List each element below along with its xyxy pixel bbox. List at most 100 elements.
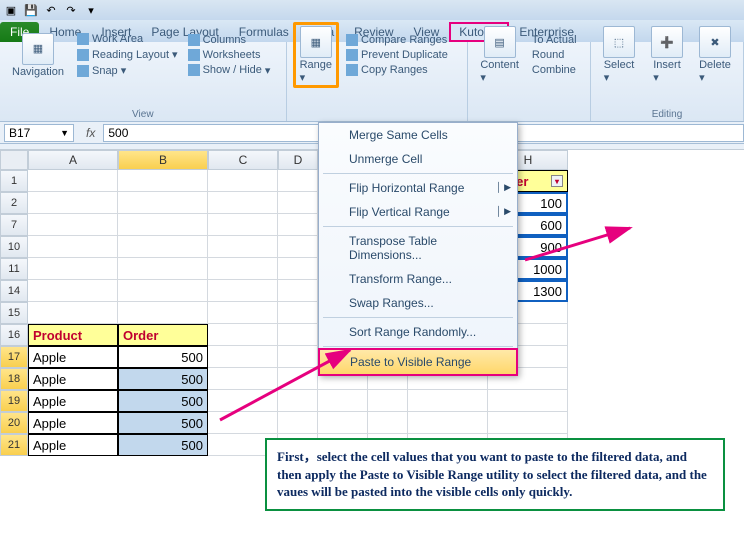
qat-more-icon[interactable]: ▾ [84, 3, 98, 17]
cell-A[interactable] [28, 280, 118, 302]
menu-merge[interactable]: Merge Same Cells [319, 123, 517, 147]
combine-button[interactable]: Combine [529, 63, 580, 77]
cell-D[interactable] [278, 192, 318, 214]
row-header[interactable]: 11 [0, 258, 28, 280]
cell-A[interactable]: Apple [28, 368, 118, 390]
row-header[interactable]: 2 [0, 192, 28, 214]
name-box-value: B17 [9, 126, 30, 140]
cell-H[interactable] [488, 390, 568, 412]
row-header[interactable]: 16 [0, 324, 28, 346]
cell-H[interactable] [488, 412, 568, 434]
cell-D[interactable] [278, 170, 318, 192]
cell-B[interactable]: 500 [118, 390, 208, 412]
cell-B[interactable]: 500 [118, 346, 208, 368]
row-header[interactable]: 14 [0, 280, 28, 302]
copy-button[interactable]: Copy Ranges [343, 63, 451, 77]
cell-D[interactable] [278, 214, 318, 236]
cell-D[interactable] [278, 258, 318, 280]
cell-B[interactable] [118, 192, 208, 214]
cell-A[interactable]: Apple [28, 346, 118, 368]
row-header[interactable]: 7 [0, 214, 28, 236]
menu-transform[interactable]: Transform Range... [319, 267, 517, 291]
cell-C[interactable] [208, 258, 278, 280]
compare-button[interactable]: Compare Ranges [343, 33, 451, 47]
cell-B[interactable]: 500 [118, 368, 208, 390]
excel-icon: ▣ [4, 3, 18, 17]
cell-A[interactable] [28, 214, 118, 236]
cell-A[interactable]: Apple [28, 434, 118, 456]
col-D[interactable]: D [278, 150, 318, 170]
row-header[interactable]: 20 [0, 412, 28, 434]
cell-B[interactable]: Order [118, 324, 208, 346]
col-A[interactable]: A [28, 150, 118, 170]
cell-B[interactable] [118, 236, 208, 258]
workarea-button[interactable]: Work Area [74, 32, 181, 46]
delete-button[interactable]: ✖Delete▾ [693, 24, 737, 86]
menu-fliph[interactable]: Flip Horizontal Range│ ▶ [319, 176, 517, 200]
cell-A[interactable] [28, 236, 118, 258]
range-button[interactable]: ▦ Range▾ [293, 22, 339, 88]
worksheets-button[interactable]: Worksheets [185, 48, 274, 62]
name-box[interactable]: B17▼ [4, 124, 74, 142]
cell-C[interactable] [208, 214, 278, 236]
redo-icon[interactable]: ↷ [64, 3, 78, 17]
save-icon[interactable]: 💾 [24, 3, 38, 17]
cell-C[interactable] [208, 192, 278, 214]
row-header[interactable]: 15 [0, 302, 28, 324]
cell-F[interactable] [368, 412, 408, 434]
col-B[interactable]: B [118, 150, 208, 170]
cell-C[interactable] [208, 302, 278, 324]
cell-A[interactable]: Apple [28, 412, 118, 434]
menu-transpose[interactable]: Transpose Table Dimensions... [319, 229, 517, 267]
menu-swap[interactable]: Swap Ranges... [319, 291, 517, 315]
cell-A[interactable] [28, 170, 118, 192]
round-button[interactable]: Round [529, 48, 580, 62]
cell-B[interactable]: 500 [118, 434, 208, 456]
snap-button[interactable]: Snap ▾ [74, 63, 181, 78]
menu-unmerge[interactable]: Unmerge Cell [319, 147, 517, 171]
readinglayout-button[interactable]: Reading Layout ▾ [74, 47, 181, 62]
cell-B[interactable] [118, 214, 208, 236]
cell-B[interactable] [118, 280, 208, 302]
insert-button[interactable]: ➕Insert▾ [645, 24, 689, 86]
showhide-button[interactable]: Show / Hide ▾ [185, 63, 274, 78]
navigation-button[interactable]: ▦ Navigation [6, 31, 70, 80]
cell-B[interactable]: 500 [118, 412, 208, 434]
worksheets-label: Worksheets [203, 49, 261, 61]
cell-D[interactable] [278, 236, 318, 258]
content-button[interactable]: ▤ Content▾ [474, 24, 525, 86]
prevent-button[interactable]: Prevent Duplicate [343, 48, 451, 62]
cell-G[interactable] [408, 412, 488, 434]
cell-A[interactable] [28, 302, 118, 324]
row-header[interactable]: 10 [0, 236, 28, 258]
cell-B[interactable] [118, 258, 208, 280]
select-button[interactable]: ⬚Select▾ [597, 24, 641, 86]
cell-D[interactable] [278, 280, 318, 302]
cell-C[interactable] [208, 170, 278, 192]
cell-A[interactable]: Apple [28, 390, 118, 412]
undo-icon[interactable]: ↶ [44, 3, 58, 17]
row-header[interactable]: 19 [0, 390, 28, 412]
columns-button[interactable]: Columns [185, 33, 274, 47]
row-header[interactable]: 18 [0, 368, 28, 390]
filter-icon[interactable]: ▾ [551, 175, 563, 187]
cell-C[interactable] [208, 236, 278, 258]
cell-F[interactable] [368, 390, 408, 412]
cell-B[interactable] [118, 170, 208, 192]
cell-B[interactable] [118, 302, 208, 324]
menu-flipv[interactable]: Flip Vertical Range│ ▶ [319, 200, 517, 224]
row-header[interactable]: 21 [0, 434, 28, 456]
navigation-icon: ▦ [22, 33, 54, 65]
cell-A[interactable]: Product [28, 324, 118, 346]
row-header[interactable]: 1 [0, 170, 28, 192]
fx-label[interactable]: fx [78, 126, 103, 140]
cell-C[interactable] [208, 280, 278, 302]
select-all-corner[interactable] [0, 150, 28, 170]
cell-A[interactable] [28, 192, 118, 214]
cell-G[interactable] [408, 390, 488, 412]
row-header[interactable]: 17 [0, 346, 28, 368]
toactual-button[interactable]: To Actual [529, 33, 580, 47]
cell-A[interactable] [28, 258, 118, 280]
cell-D[interactable] [278, 302, 318, 324]
col-C[interactable]: C [208, 150, 278, 170]
